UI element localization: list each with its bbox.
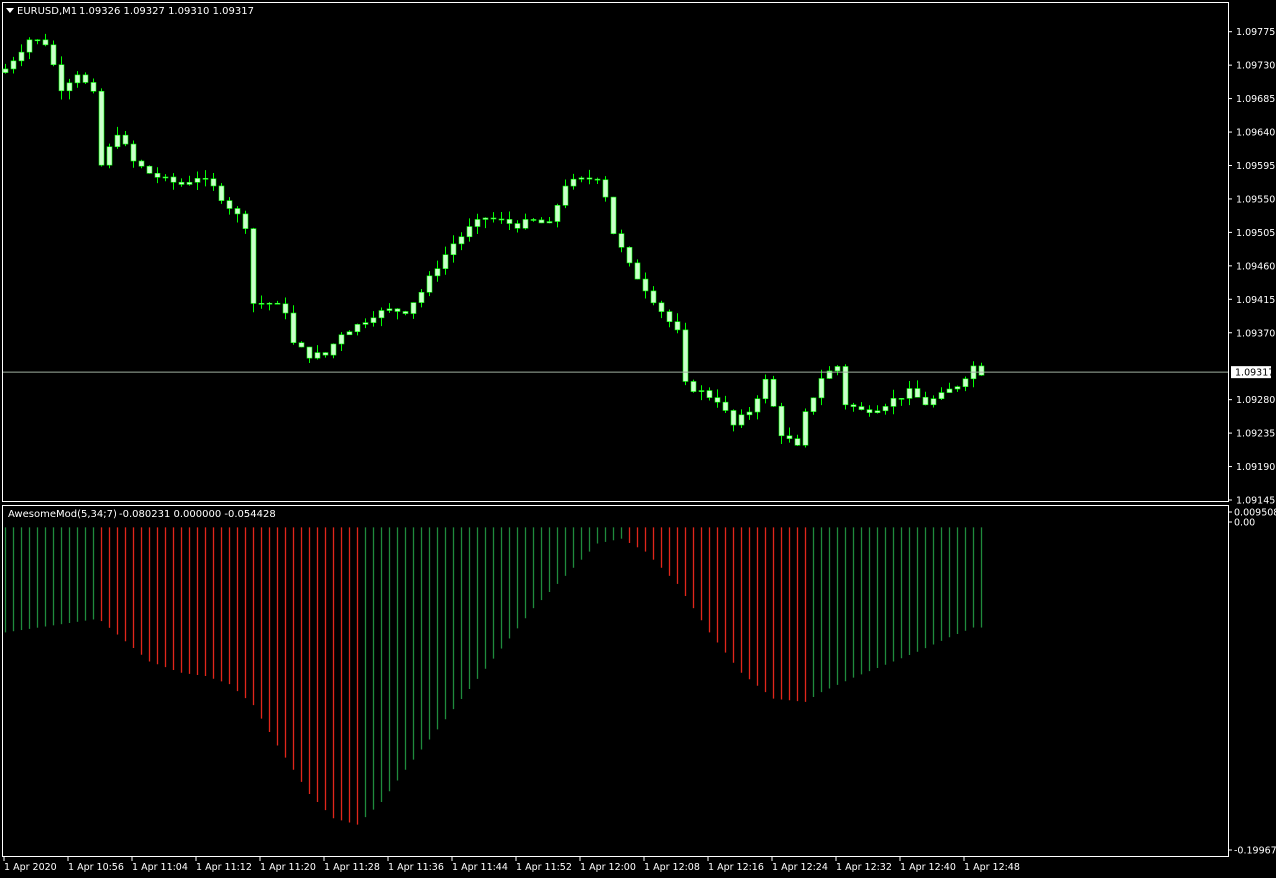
time-tick-label: 1 Apr 12:00 [580, 862, 636, 873]
symbol-legend: EURUSD,M1 1.09326 1.09327 1.09310 1.0931… [6, 6, 254, 17]
time-tick-label: 1 Apr 12:40 [900, 862, 956, 873]
price-axis: 1.09775 1.09730 1.09685 1.09640 1.09595 1.095… [1228, 27, 1275, 507]
candle [146, 165, 153, 174]
time-tick-label: 1 Apr 12:48 [964, 862, 1020, 873]
price-tick-label: 1.09730 [1236, 61, 1275, 72]
indicator-legend: AwesomeMod(5,34;7) -0.080231 0.000000 -0… [8, 509, 276, 520]
price-tick-label: 1.09415 [1236, 295, 1275, 306]
price-tick-label: 1.09505 [1236, 228, 1275, 239]
price-tick-label: 1.09190 [1236, 462, 1275, 473]
time-tick-label: 1 Apr 12:16 [708, 862, 764, 873]
price-tick-label: 1.09595 [1236, 161, 1275, 172]
ohlc-values: 1.09326 1.09327 1.09310 1.09317 [79, 6, 254, 17]
current-price-marker: 1.09317 [1231, 366, 1274, 379]
indicator-values: -0.080231 0.000000 -0.054428 [119, 509, 276, 520]
time-tick-label: 1 Apr 11:52 [516, 862, 572, 873]
price-tick-label: 1.09280 [1236, 395, 1275, 406]
candle [250, 227, 257, 313]
price-tick-label: 1.09640 [1236, 128, 1275, 139]
time-tick-label: 1 Apr 11:28 [324, 862, 380, 873]
candle [690, 379, 697, 393]
candle [770, 375, 777, 408]
price-tick-label: 1.09775 [1236, 27, 1275, 38]
time-tick-label: 1 Apr 11:12 [196, 862, 252, 873]
time-tick-label: 1 Apr 10:56 [68, 862, 124, 873]
time-tick-label: 1 Apr 12:32 [836, 862, 892, 873]
price-tick-label: 1.09550 [1236, 194, 1275, 205]
current-price-label: 1.09317 [1235, 368, 1274, 379]
price-tick-label: 1.09370 [1236, 328, 1275, 339]
indicator-tick-label: -0.199671 [1234, 846, 1276, 857]
price-tick-label: 1.09235 [1236, 429, 1275, 440]
time-tick-label: 1 Apr 11:20 [260, 862, 316, 873]
candle [842, 364, 849, 410]
trading-chart[interactable]: 1.09775 1.09730 1.09685 1.09640 1.09595 1.095… [0, 0, 1276, 878]
time-tick-label: 1 Apr 11:04 [132, 862, 188, 873]
candle [802, 408, 809, 448]
candle [610, 196, 617, 235]
candle [682, 322, 689, 386]
time-tick-label: 1 Apr 11:44 [452, 862, 508, 873]
price-tick-label: 1.09145 [1236, 496, 1275, 507]
time-tick-label: 1 Apr 2020 [4, 862, 57, 873]
candle [106, 143, 113, 169]
price-tick-label: 1.09460 [1236, 261, 1275, 272]
time-tick-label: 1 Apr 12:08 [644, 862, 700, 873]
chart-background [0, 0, 1276, 878]
time-tick-label: 1 Apr 12:24 [772, 862, 828, 873]
candle [98, 88, 105, 167]
indicator-name: AwesomeMod(5,34;7) [8, 509, 117, 520]
time-tick-label: 1 Apr 11:36 [388, 862, 444, 873]
indicator-tick-label: 0.00 [1234, 518, 1255, 529]
price-tick-label: 1.09685 [1236, 94, 1275, 105]
candle [218, 183, 225, 204]
symbol-label: EURUSD,M1 [17, 6, 77, 17]
